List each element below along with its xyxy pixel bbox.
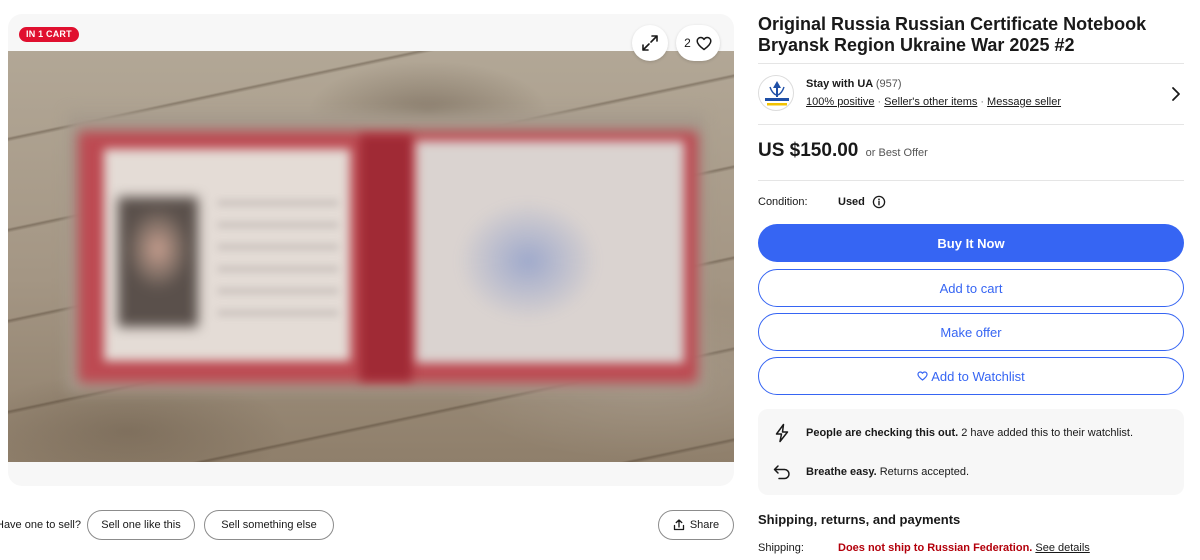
seller-feedback-count: (957) [875, 78, 902, 90]
returns-highlight-text: Returns accepted. [879, 466, 970, 478]
seller-name-row[interactable]: Stay with UA (957) [806, 78, 902, 90]
watch-count-button[interactable]: 2 [676, 25, 720, 61]
image-gallery[interactable]: IN 1 CART 2 [8, 14, 734, 486]
message-seller-link[interactable]: Message seller [987, 96, 1061, 108]
sell-one-like-this-button[interactable]: Sell one like this [87, 510, 195, 540]
seller-logo-icon [765, 81, 789, 106]
add-to-watchlist-label: Add to Watchlist [931, 368, 1025, 384]
seller-avatar[interactable] [758, 75, 794, 111]
share-label: Share [689, 519, 720, 531]
returns-highlight-bold: Breathe easy. [806, 466, 877, 478]
return-arrow-icon [770, 460, 794, 484]
share-button[interactable]: Share [658, 510, 734, 540]
condition-value: Used [838, 196, 865, 208]
sell-something-else-button[interactable]: Sell something else [204, 510, 334, 540]
add-to-cart-button[interactable]: Add to cart [758, 269, 1184, 307]
in-cart-badge: IN 1 CART [19, 27, 79, 42]
share-icon [673, 519, 684, 531]
photo-document-spine [360, 135, 412, 381]
separator-dot: · [980, 96, 985, 108]
add-to-watchlist-button[interactable]: Add to Watchlist [758, 357, 1184, 395]
watchers-highlight-text: 2 have added this to their watchlist. [961, 427, 1134, 439]
separator-dot: · [877, 96, 882, 108]
see-details-link[interactable]: See details [1035, 542, 1089, 554]
heart-icon [917, 371, 928, 381]
divider [758, 124, 1184, 125]
shipping-value: Does not ship to Russian Federation. See … [838, 542, 1090, 554]
seller-positive-link[interactable]: 100% positive [806, 96, 875, 108]
expand-image-button[interactable] [632, 25, 668, 61]
condition-label: Condition: [758, 196, 808, 208]
shipping-label: Shipping: [758, 542, 804, 554]
photo-text-lines-blur [218, 201, 338, 321]
seller-card[interactable]: Stay with UA (957) 100% positive · Seller'… [758, 74, 1184, 116]
watch-count: 2 [684, 36, 691, 50]
divider [758, 63, 1184, 64]
best-offer-note: or Best Offer [865, 147, 928, 159]
returns-highlight: Breathe easy. Returns accepted. [770, 460, 969, 484]
make-offer-button[interactable]: Make offer [758, 313, 1184, 351]
shipping-heading: Shipping, returns, and payments [758, 512, 961, 527]
lightning-icon [770, 421, 794, 445]
price-row: US $150.00 or Best Offer [758, 140, 928, 162]
listing-title: Original Russia Russian Certificate Note… [758, 14, 1147, 55]
item-highlights: People are checking this out. 2 have add… [758, 409, 1184, 495]
item-photo[interactable] [8, 51, 734, 462]
shipping-restriction: Does not ship to Russian Federation. [838, 542, 1033, 554]
seller-links: 100% positive · Seller's other items · Messa… [806, 96, 1061, 108]
photo-stamp-blur [458, 201, 598, 321]
seller-other-items-link[interactable]: Seller's other items [884, 96, 977, 108]
watchers-highlight-bold: People are checking this out. [806, 427, 959, 439]
price-amount: US $150.00 [758, 140, 859, 161]
watchers-highlight: People are checking this out. 2 have add… [770, 421, 1133, 445]
divider [758, 180, 1184, 181]
chevron-right-icon[interactable] [1169, 86, 1183, 102]
seller-name[interactable]: Stay with UA [806, 78, 873, 90]
heart-icon [696, 36, 712, 50]
buy-it-now-button[interactable]: Buy It Now [758, 224, 1184, 262]
expand-icon [642, 35, 658, 51]
photo-portrait-blur [118, 197, 198, 327]
info-icon[interactable] [872, 195, 886, 209]
sell-prompt: Have one to sell? [0, 519, 81, 531]
